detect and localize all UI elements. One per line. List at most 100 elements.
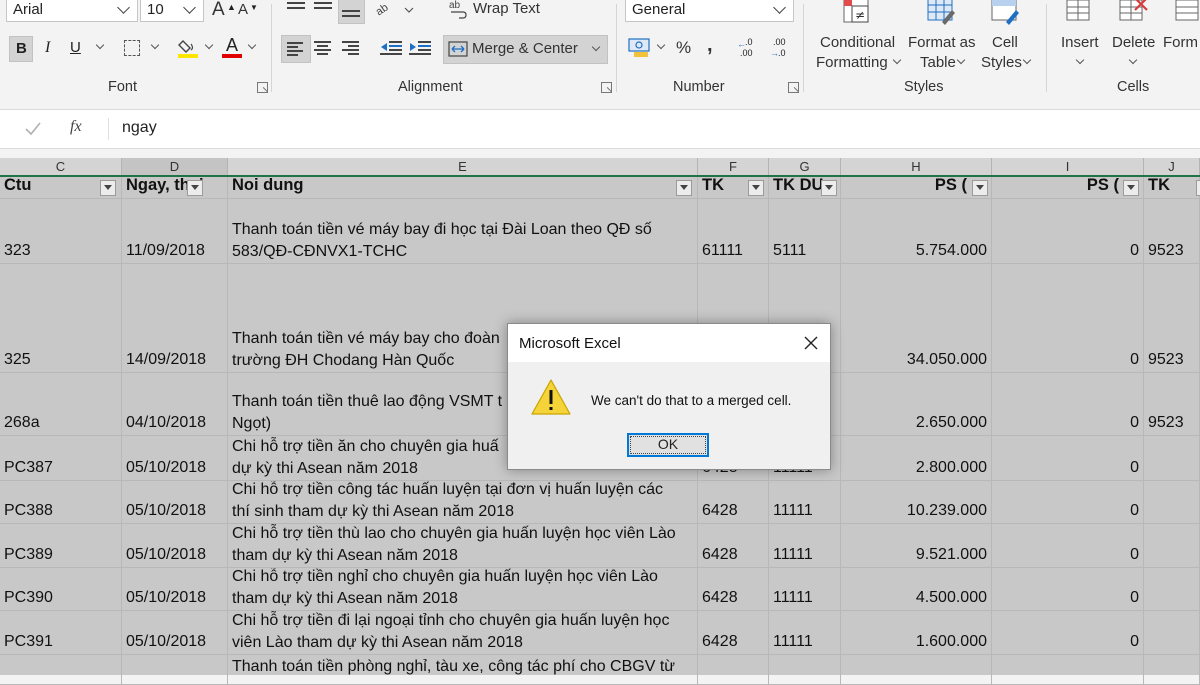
cell-nd[interactable]: Chi hỗ trợ tiền đi lại ngoại tỉnh cho ch… <box>228 611 698 655</box>
header-cell-ps_no[interactable]: PS ( <box>841 177 992 199</box>
font-color-button[interactable]: A <box>222 35 244 60</box>
column-header-j[interactable]: J <box>1144 158 1200 175</box>
cell-ngay[interactable]: 14/09/2018 <box>122 264 228 373</box>
cell-ps_no[interactable]: 2.650.000 <box>841 373 992 436</box>
cell-ngay[interactable]: 05/10/2018 <box>122 568 228 611</box>
cell-ps_co[interactable]: 0 <box>992 524 1144 568</box>
borders-dropdown-icon[interactable] <box>150 40 160 50</box>
cell-nd[interactable]: Thanh toán tiền phòng nghỉ, tàu xe, công… <box>228 655 698 685</box>
cell-nd[interactable]: Chi hỗ trợ tiền thù lao cho chuyên gia h… <box>228 524 698 568</box>
cell-ngay[interactable] <box>122 655 228 685</box>
enter-checkmark-icon[interactable] <box>24 121 42 137</box>
cell-tkdu[interactable]: 5111 <box>769 199 841 264</box>
cell-tkdu[interactable]: 11111 <box>769 611 841 655</box>
insert-button[interactable]: Insert <box>1057 0 1105 75</box>
cell-ctu[interactable]: PC387 <box>0 436 122 481</box>
align-top-icon[interactable] <box>287 0 307 14</box>
cell-ctu[interactable]: PC390 <box>0 568 122 611</box>
cell-ngay[interactable]: 05/10/2018 <box>122 611 228 655</box>
cell-tk[interactable]: 61111 <box>698 199 769 264</box>
accounting-format-icon[interactable] <box>628 36 654 58</box>
cell-tkdu[interactable]: 11111 <box>769 524 841 568</box>
cell-ps_no[interactable]: 9.521.000 <box>841 524 992 568</box>
cell-ps_co[interactable]: 0 <box>992 264 1144 373</box>
cell-ps_no[interactable] <box>841 655 992 685</box>
cell-tk[interactable]: 6428 <box>698 481 769 524</box>
decrease-font-size-button[interactable]: A <box>238 1 248 18</box>
filter-dropdown-icon[interactable] <box>972 180 988 196</box>
accounting-dropdown-icon[interactable] <box>656 40 666 50</box>
cell-tkdu[interactable]: 11111 <box>769 481 841 524</box>
cell-ps_no[interactable]: 4.500.000 <box>841 568 992 611</box>
cell-tk[interactable]: 6428 <box>698 568 769 611</box>
cell-ps_co[interactable]: 0 <box>992 611 1144 655</box>
comma-style-button[interactable]: , <box>707 34 713 57</box>
cell-ps_co[interactable]: 0 <box>992 436 1144 481</box>
delete-button[interactable]: Delete <box>1108 0 1160 75</box>
bold-button[interactable]: B <box>9 36 33 62</box>
merge-center-button[interactable]: Merge & Center <box>443 35 608 64</box>
font-color-dropdown-icon[interactable] <box>247 40 257 50</box>
italic-button[interactable]: I <box>45 39 50 57</box>
header-cell-nd[interactable]: Noi dung <box>228 177 698 199</box>
formula-input[interactable]: ngay <box>122 119 157 137</box>
cell-tk2[interactable] <box>1144 436 1200 481</box>
column-header-d[interactable]: D <box>122 158 228 175</box>
cell-nd[interactable]: Thanh toán tiền vé máy bay đi học tại Đà… <box>228 199 698 264</box>
cell-ctu[interactable]: PC391 <box>0 611 122 655</box>
cell-nd[interactable]: Chi hỗ trợ tiền công tác huấn luyện tại … <box>228 481 698 524</box>
column-header-h[interactable]: H <box>841 158 992 175</box>
cell-ngay[interactable]: 05/10/2018 <box>122 524 228 568</box>
column-header-e[interactable]: E <box>228 158 698 175</box>
cell-ngay[interactable]: 11/09/2018 <box>122 199 228 264</box>
cell-ps_co[interactable]: 0 <box>992 373 1144 436</box>
cell-ps_co[interactable] <box>992 655 1144 685</box>
decrease-indent-icon[interactable] <box>380 36 404 60</box>
cell-ngay[interactable]: 05/10/2018 <box>122 481 228 524</box>
cell-ps_no[interactable]: 2.800.000 <box>841 436 992 481</box>
decrease-decimal-icon[interactable]: .00 .0 → <box>770 37 794 61</box>
cell-tk2[interactable]: 9523 <box>1144 373 1200 436</box>
cell-tk[interactable]: 6428 <box>698 611 769 655</box>
cell-tkdu[interactable] <box>769 655 841 685</box>
filter-dropdown-icon[interactable] <box>100 180 116 196</box>
cell-tk2[interactable] <box>1144 524 1200 568</box>
cell-ps_no[interactable]: 1.600.000 <box>841 611 992 655</box>
align-bottom-button[interactable] <box>338 0 365 24</box>
cell-tk2[interactable]: 9523 <box>1144 199 1200 264</box>
cell-tk2[interactable] <box>1144 481 1200 524</box>
number-dialog-launcher-icon[interactable] <box>788 82 799 93</box>
fill-color-dropdown-icon[interactable] <box>204 40 214 50</box>
column-header-i[interactable]: I <box>992 158 1144 175</box>
borders-icon[interactable] <box>124 40 140 56</box>
center-align-icon[interactable] <box>314 36 334 60</box>
cell-styles-button[interactable]: Cell Styles <box>980 0 1036 75</box>
cell-ctu[interactable]: PC389 <box>0 524 122 568</box>
cell-tk2[interactable]: 9523 <box>1144 264 1200 373</box>
cell-tk[interactable]: 6428 <box>698 524 769 568</box>
cell-tk[interactable] <box>698 655 769 685</box>
underline-dropdown-icon[interactable] <box>95 40 105 50</box>
fill-color-button[interactable] <box>178 36 200 60</box>
column-header-g[interactable]: G <box>769 158 841 175</box>
font-size-dropdown[interactable]: 10 <box>140 0 204 22</box>
alignment-dialog-launcher-icon[interactable] <box>601 82 612 93</box>
filter-dropdown-icon[interactable] <box>187 180 203 196</box>
header-cell-ps_co[interactable]: PS ( <box>992 177 1144 199</box>
cell-ngay[interactable]: 04/10/2018 <box>122 373 228 436</box>
cell-ps_no[interactable]: 34.050.000 <box>841 264 992 373</box>
filter-dropdown-icon[interactable] <box>748 180 764 196</box>
cell-ctu[interactable]: 268a <box>0 373 122 436</box>
header-cell-tk2[interactable]: TK <box>1144 177 1200 199</box>
conditional-formatting-button[interactable]: ≠ Conditional Formatting <box>812 0 906 75</box>
align-right-icon[interactable] <box>342 36 362 60</box>
increase-decimal-icon[interactable]: .0 .00 ← <box>737 37 761 61</box>
underline-button[interactable]: U <box>70 39 81 56</box>
cell-ps_no[interactable]: 10.239.000 <box>841 481 992 524</box>
cell-tk2[interactable] <box>1144 611 1200 655</box>
ok-button[interactable]: OK <box>627 433 709 457</box>
format-as-table-button[interactable]: Format as Table <box>906 0 982 75</box>
insert-function-button[interactable]: fx <box>70 118 82 136</box>
orientation-icon[interactable]: ab <box>374 0 414 18</box>
filter-dropdown-icon[interactable] <box>821 180 837 196</box>
